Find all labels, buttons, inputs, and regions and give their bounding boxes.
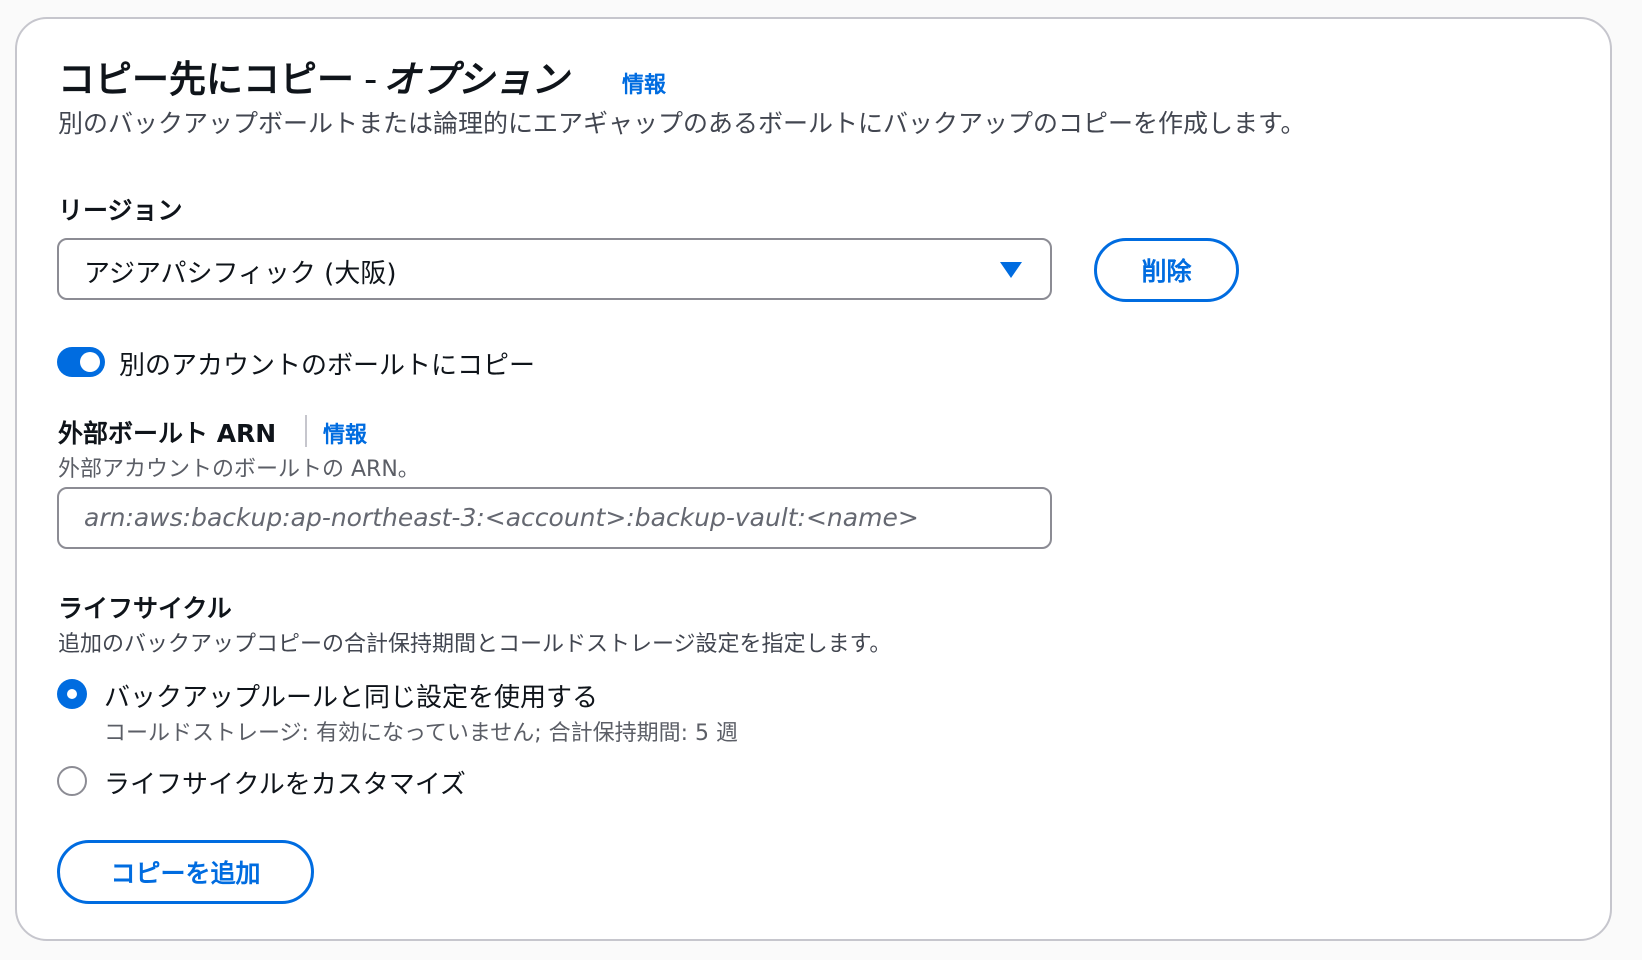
lifecycle-description: 追加のバックアップコピーの合計保持期間とコールドストレージ設定を指定します。 <box>58 632 892 657</box>
region-select[interactable]: アジアパシフィック (大阪) <box>57 238 1052 300</box>
radio-same-as-rule-label[interactable]: バックアップルールと同じ設定を使用する <box>104 677 598 714</box>
lifecycle-label: ライフサイクル <box>58 594 232 623</box>
radio-selected-dot <box>67 689 77 699</box>
caret-down-icon <box>1000 262 1022 278</box>
page-description: 別のバックアップボールトまたは論理的にエアギャップのあるボールトにバックアップの… <box>58 109 1306 138</box>
cross-account-toggle[interactable] <box>57 347 105 377</box>
title-main-text: コピー先にコピー <box>58 58 354 101</box>
title-option-text: オプション <box>383 58 569 101</box>
external-vault-arn-label: 外部ボールト ARN <box>58 419 277 448</box>
title-separator: - <box>364 58 378 101</box>
external-vault-arn-input[interactable]: arn:aws:backup:ap-northeast-3:<account>:… <box>57 487 1052 549</box>
external-vault-arn-description: 外部アカウントのボールトの ARN。 <box>58 457 420 482</box>
radio-same-as-rule-description: コールドストレージ: 有効になっていません; 合計保持期間: 5 週 <box>104 721 739 746</box>
radio-customize-lifecycle[interactable] <box>57 766 87 796</box>
toggle-knob <box>80 352 100 372</box>
label-divider <box>305 415 307 447</box>
title-info-link[interactable]: 情報 <box>622 67 666 99</box>
arn-info-link[interactable]: 情報 <box>323 417 367 449</box>
add-copy-button[interactable]: コピーを追加 <box>57 840 314 904</box>
copy-destination-panel: コピー先にコピー - オプション 情報 別のバックアップボールトまたは論理的にエアギ… <box>15 17 1612 941</box>
region-select-value: アジアパシフィック (大阪) <box>84 259 397 289</box>
delete-button[interactable]: 削除 <box>1094 238 1239 302</box>
radio-same-as-rule[interactable] <box>57 679 87 709</box>
cross-account-toggle-label: 別のアカウントのボールトにコピー <box>119 351 536 381</box>
page-title: コピー先にコピー - オプション <box>58 49 568 103</box>
arn-input-placeholder: arn:aws:backup:ap-northeast-3:<account>:… <box>84 503 919 532</box>
radio-customize-lifecycle-label[interactable]: ライフサイクルをカスタマイズ <box>104 764 466 801</box>
region-label: リージョン <box>58 196 183 225</box>
